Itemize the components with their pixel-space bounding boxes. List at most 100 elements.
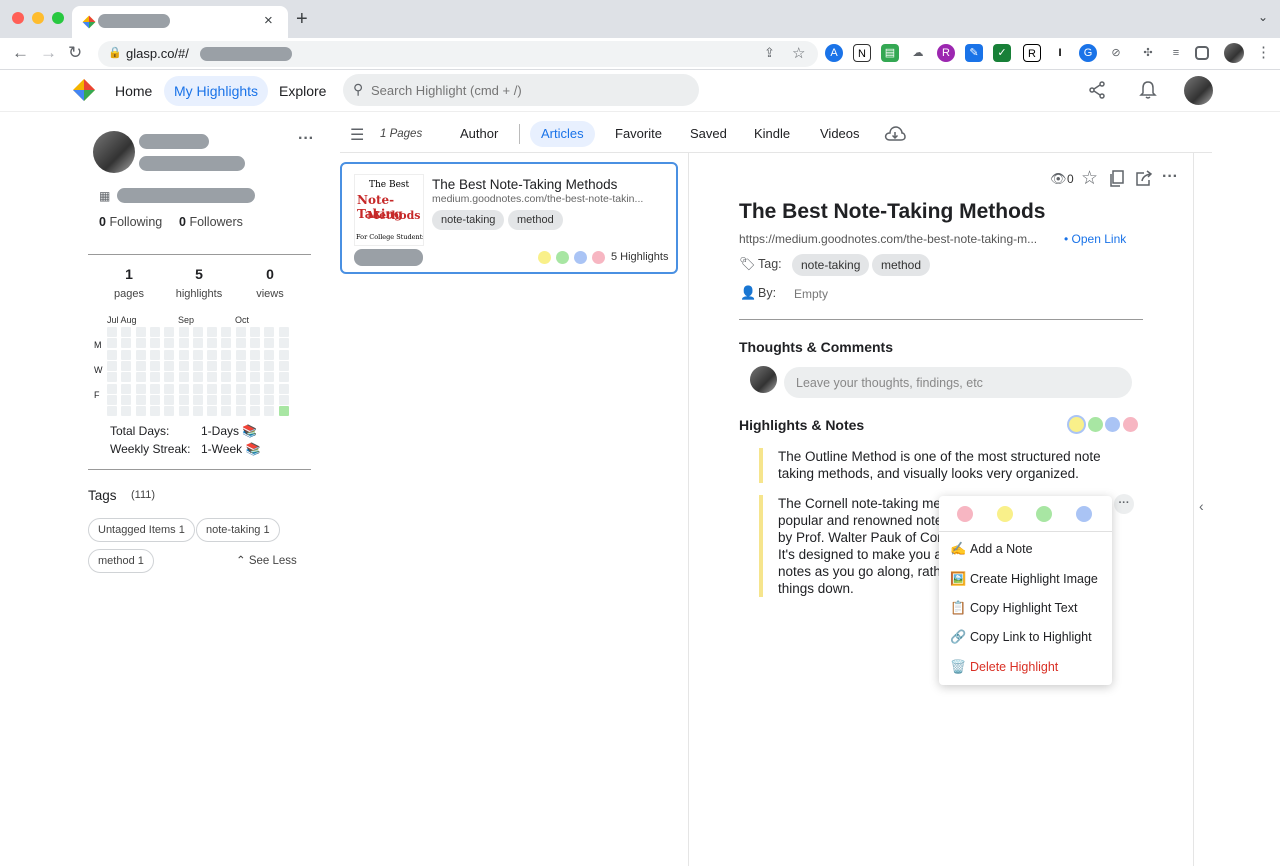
browser-profile-avatar[interactable] [1224,43,1244,63]
detail-tag-note-taking[interactable]: note-taking [792,254,870,276]
nav-explore[interactable]: Explore [269,76,336,106]
lock-icon: 🔒 [108,47,122,59]
detail-tag-method[interactable]: method [872,254,931,276]
views-count: 0 [1067,172,1074,186]
delete-highlight-item[interactable]: 🗑️ Delete Highlight [950,656,1105,678]
tag-untagged-items[interactable]: Untagged Items 1 [88,518,195,542]
off-extension-icon[interactable]: ⊘ [1107,44,1125,62]
thoughts-input[interactable]: Leave your thoughts, findings, etc [784,367,1132,398]
profile-more-icon[interactable]: ··· [298,130,314,148]
heatmap-cell [192,349,203,360]
color-pink-option[interactable] [957,506,973,522]
open-link[interactable]: • Open Link [1064,232,1126,246]
minimize-window-button[interactable] [32,12,44,24]
copy-icon[interactable] [1109,170,1125,187]
filter-blue-dot[interactable] [1105,417,1120,432]
chevron-up-icon: ⌃ [236,555,246,567]
address-bar[interactable]: 🔒 glasp.co/#/ ⇪ ☆ [98,41,818,67]
nav-home[interactable]: Home [105,76,162,106]
filter-sort-icon[interactable]: ☰ [350,125,364,145]
filter-yellow-dot[interactable] [1069,417,1084,432]
followers-count[interactable]: 0 Followers [179,215,243,229]
share-page-icon[interactable]: ⇪ [764,45,775,61]
tag-method[interactable]: method 1 [88,549,154,573]
card-tag-method[interactable]: method [508,210,563,230]
by-value[interactable]: Empty [794,287,828,301]
heatmap-cell [164,372,175,383]
heatmap-cell [264,383,275,394]
close-window-button[interactable] [12,12,24,24]
tab-close-button[interactable]: × [264,12,273,29]
tab-search-chevron-icon[interactable]: ⌄ [1258,10,1268,24]
copy-highlight-text-item[interactable]: 📋 Copy Highlight Text [950,597,1105,619]
following-count[interactable]: 0 Following [99,215,162,229]
share-export-icon[interactable] [1135,170,1153,187]
purple-extension-icon[interactable]: R [937,44,955,62]
extension-a-icon[interactable]: A [825,44,843,62]
maximize-window-button[interactable] [52,12,64,24]
copy-link-item[interactable]: 🔗 Copy Link to Highlight [950,626,1105,648]
extensions-puzzle-icon[interactable]: ✣ [1139,44,1157,62]
search-input[interactable] [371,74,691,106]
r-extension-icon[interactable]: R [1023,44,1041,62]
browser-menu-icon[interactable]: ⋮ [1256,43,1271,61]
heatmap-day-label: M [94,340,102,350]
tab-saved[interactable]: Saved [679,121,738,147]
color-green-option[interactable] [1036,506,1052,522]
check-extension-icon[interactable]: ✓ [993,44,1011,62]
detail-more-icon[interactable]: ··· [1162,168,1178,186]
search-bar[interactable]: ⚲ [343,74,699,106]
green-dot [556,251,569,264]
heatmap-cell [264,372,275,383]
card-tag-note-taking[interactable]: note-taking [432,210,505,230]
profile-avatar[interactable] [93,131,135,173]
back-arrow-icon[interactable]: ← [12,43,29,63]
color-blue-option[interactable] [1076,506,1092,522]
heatmap-cell [149,406,160,417]
favorite-star-icon[interactable]: ☆ [1081,167,1098,190]
add-note-item[interactable]: ✍️ Add a Note [950,538,1105,560]
see-less-button[interactable]: ⌃ See Less [236,553,297,567]
blue-extension-icon[interactable]: ✎ [965,44,983,62]
bell-icon[interactable] [1139,80,1157,100]
cloud-extension-icon[interactable]: ☁ [909,44,927,62]
share-icon[interactable] [1088,81,1106,99]
tab-kindle[interactable]: Kindle [743,121,801,147]
forward-arrow-icon[interactable]: → [40,43,57,63]
tab-articles[interactable]: Articles [530,121,595,147]
tab-favorite[interactable]: Favorite [604,121,673,147]
g-extension-icon[interactable]: G [1079,44,1097,62]
nav-my-highlights[interactable]: My Highlights [164,76,269,106]
highlight-more-button[interactable]: ··· [1114,494,1134,514]
highlight-text-1[interactable]: The Outline Method is one of the most st… [778,448,1101,482]
collapse-chevron-icon[interactable]: ‹ [1199,498,1204,514]
filter-pink-dot[interactable] [1123,417,1138,432]
user-avatar[interactable] [1184,76,1213,105]
tab-videos[interactable]: Videos [809,121,871,147]
heatmap-cell [235,394,246,405]
article-card[interactable]: The Best Note-Taking Methods For College… [340,162,678,274]
blue-dot [574,251,587,264]
color-yellow-option[interactable] [997,506,1013,522]
new-tab-button[interactable]: + [296,8,308,31]
heatmap-cell [164,360,175,371]
card-title[interactable]: The Best Note-Taking Methods [432,177,617,192]
side-panel-icon[interactable] [1195,46,1209,60]
heatmap-cell [221,349,232,360]
filter-green-dot[interactable] [1088,417,1103,432]
bookmark-star-icon[interactable]: ☆ [792,44,805,62]
image-icon: 🖼️ [950,571,967,586]
create-highlight-image-item[interactable]: 🖼️ Create Highlight Image [950,568,1105,590]
sheet-extension-icon[interactable]: ▤ [881,44,899,62]
tag-note-taking[interactable]: note-taking 1 [196,518,280,542]
i-extension-icon[interactable]: I [1051,44,1069,62]
highlight-text-2[interactable]: The Cornell note-taking met popular and r… [778,495,948,597]
glasp-logo-icon[interactable] [72,78,96,102]
reading-list-icon[interactable]: ≡ [1167,44,1185,62]
browser-tab[interactable]: × [72,6,288,38]
reload-icon[interactable]: ↻ [68,43,82,63]
notion-extension-icon[interactable]: N [853,44,871,62]
cloud-download-icon[interactable] [884,125,906,143]
tab-author[interactable]: Author [449,121,509,147]
pencil-icon: ✍️ [950,541,967,556]
